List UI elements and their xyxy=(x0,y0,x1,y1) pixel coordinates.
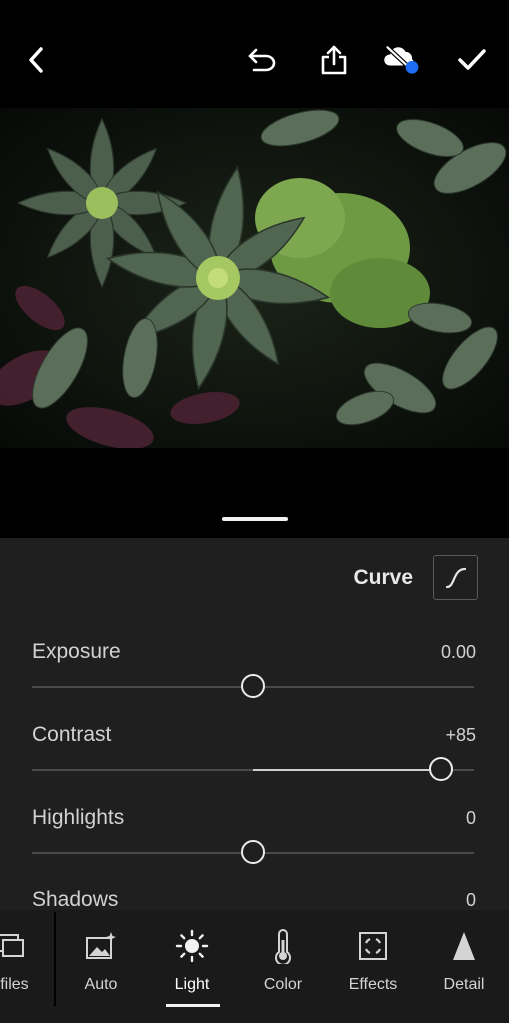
tab-auto-label: Auto xyxy=(84,976,118,993)
highlights-value: 0 xyxy=(465,808,476,828)
effects-icon xyxy=(328,928,418,964)
checkmark-icon[interactable] xyxy=(452,40,492,80)
tab-profiles[interactable]: ofiles xyxy=(0,910,55,1023)
tab-effects-label: Effects xyxy=(348,976,398,993)
panel-drag-handle[interactable] xyxy=(222,517,288,521)
highlights-thumb[interactable] xyxy=(241,840,265,864)
contrast-thumb[interactable] xyxy=(428,757,453,781)
sun-icon xyxy=(147,928,237,964)
sync-status-dot xyxy=(405,60,419,74)
exposure-slider-row: Exposure 0.00 xyxy=(32,640,476,710)
tab-detail-label: Detail xyxy=(443,976,485,993)
share-icon[interactable] xyxy=(314,40,354,80)
highlights-label: Highlights xyxy=(32,806,125,829)
tab-color-label: Color xyxy=(263,976,303,993)
exposure-thumb[interactable] xyxy=(241,674,265,698)
back-icon[interactable] xyxy=(16,40,56,80)
tab-effects[interactable]: Effects xyxy=(328,910,418,1023)
tab-color[interactable]: Color xyxy=(238,910,328,1023)
active-tab-indicator xyxy=(166,1004,220,1007)
shadows-label: Shadows xyxy=(32,888,119,910)
tab-auto[interactable]: Auto xyxy=(56,910,146,1023)
detail-icon xyxy=(419,928,509,964)
tab-profiles-label: ofiles xyxy=(0,976,29,993)
contrast-slider-row: Contrast +85 xyxy=(32,723,476,793)
curve-label: Curve xyxy=(353,566,413,589)
photo-preview[interactable] xyxy=(0,108,509,448)
tab-detail[interactable]: Detail xyxy=(419,910,509,1023)
undo-icon[interactable] xyxy=(242,40,282,80)
highlights-slider-row: Highlights 0 xyxy=(32,806,476,876)
contrast-fill xyxy=(253,769,429,771)
exposure-value: 0.00 xyxy=(440,642,476,662)
cloud-sync-off-icon[interactable] xyxy=(382,40,422,80)
shadows-value: 0 xyxy=(465,890,476,910)
exposure-label: Exposure xyxy=(32,640,121,663)
top-toolbar xyxy=(0,0,509,108)
curve-button[interactable] xyxy=(433,555,478,600)
tab-light-label: Light xyxy=(174,976,210,993)
contrast-label: Contrast xyxy=(32,723,112,746)
light-panel: Curve Exposure 0.00 Contrast +85 Highlig… xyxy=(0,538,509,910)
profiles-icon xyxy=(0,928,55,964)
curve-icon xyxy=(445,567,466,588)
thermometer-icon xyxy=(238,928,328,964)
contrast-value: +85 xyxy=(445,725,476,745)
edit-tab-bar: ofiles Auto Light Color Effects Detail xyxy=(0,910,509,1023)
auto-icon xyxy=(56,928,146,964)
photo-margin xyxy=(0,448,509,538)
shadows-slider-row: Shadows 0 xyxy=(32,888,476,910)
